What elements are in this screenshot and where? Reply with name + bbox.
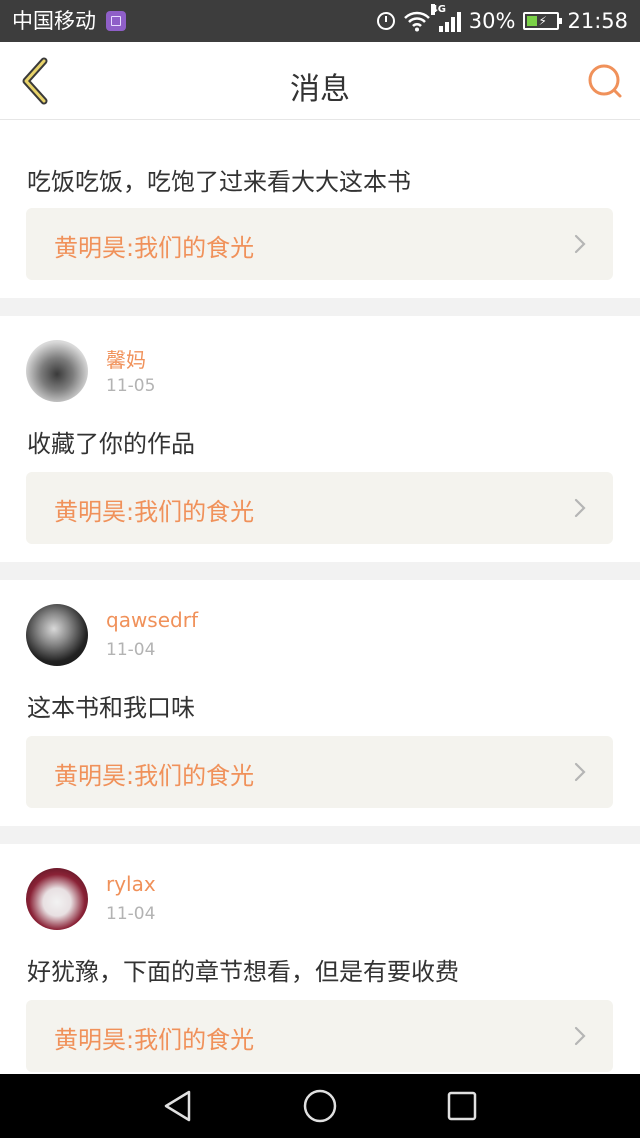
chevron-right-icon: [574, 498, 586, 518]
avatar[interactable]: [26, 868, 88, 930]
username[interactable]: 馨妈: [106, 344, 146, 373]
battery-charging-icon: ⚡: [523, 12, 563, 30]
search-button[interactable]: [586, 62, 626, 102]
battery-percent: 30%: [468, 9, 516, 33]
username[interactable]: qawsedrf: [106, 608, 198, 632]
carrier-name: 中国移动: [12, 9, 96, 33]
book-title: 黄明昊:我们的食光: [54, 762, 255, 790]
nav-back-button[interactable]: [158, 1086, 198, 1126]
clock: 21:58: [567, 9, 628, 33]
book-link[interactable]: 黄明昊:我们的食光: [26, 472, 613, 544]
wifi-icon: [403, 11, 430, 32]
message-date: 11-04: [106, 904, 156, 924]
message-text: 吃饭吃饭，吃饱了过来看大大这本书: [27, 168, 411, 196]
square-recents-icon: [447, 1091, 477, 1121]
message-card: rylax 11-04 好犹豫，下面的章节想看，但是有要收费 黄明昊:我们的食光: [0, 844, 640, 1074]
chevron-right-icon: [574, 1026, 586, 1046]
nav-recents-button[interactable]: [442, 1086, 482, 1126]
avatar[interactable]: [26, 340, 88, 402]
book-title: 黄明昊:我们的食光: [54, 498, 255, 526]
app-header: 消息: [0, 42, 640, 120]
cell-signal-icon: 4G: [430, 4, 461, 32]
chevron-right-icon: [574, 234, 586, 254]
book-link[interactable]: 黄明昊:我们的食光: [26, 208, 613, 280]
username[interactable]: rylax: [106, 872, 156, 896]
message-text: 好犹豫，下面的章节想看，但是有要收费: [27, 958, 459, 986]
network-type: 4G: [430, 4, 446, 15]
message-card: 11-07 吃饭吃饭，吃饱了过来看大大这本书 黄明昊:我们的食光: [0, 120, 640, 298]
message-card: 馨妈 11-05 收藏了你的作品 黄明昊:我们的食光: [0, 316, 640, 562]
message-date: 11-04: [106, 640, 156, 660]
book-link[interactable]: 黄明昊:我们的食光: [26, 1000, 613, 1072]
page-title: 消息: [290, 72, 350, 107]
nav-home-button[interactable]: [300, 1086, 340, 1126]
system-nav-bar: [0, 1074, 640, 1138]
alarm-icon: [376, 12, 395, 30]
message-card: qawsedrf 11-04 这本书和我口味 黄明昊:我们的食光: [0, 580, 640, 826]
circle-home-icon: [303, 1089, 337, 1123]
message-list: 11-07 吃饭吃饭，吃饱了过来看大大这本书 黄明昊:我们的食光 馨妈 11-0…: [0, 120, 640, 1074]
book-link[interactable]: 黄明昊:我们的食光: [26, 736, 613, 808]
search-icon: [588, 64, 622, 98]
book-title: 黄明昊:我们的食光: [54, 234, 255, 262]
triangle-back-icon: [164, 1090, 191, 1122]
book-title: 黄明昊:我们的食光: [54, 1026, 255, 1054]
avatar[interactable]: [26, 604, 88, 666]
message-date: 11-05: [106, 376, 156, 396]
status-bar: 中国移动 4G 30% ⚡ 21:58: [0, 0, 640, 42]
chevron-right-icon: [574, 762, 586, 782]
message-text: 这本书和我口味: [27, 694, 195, 722]
gallery-notification-icon: [106, 11, 126, 31]
message-text: 收藏了你的作品: [27, 430, 195, 458]
